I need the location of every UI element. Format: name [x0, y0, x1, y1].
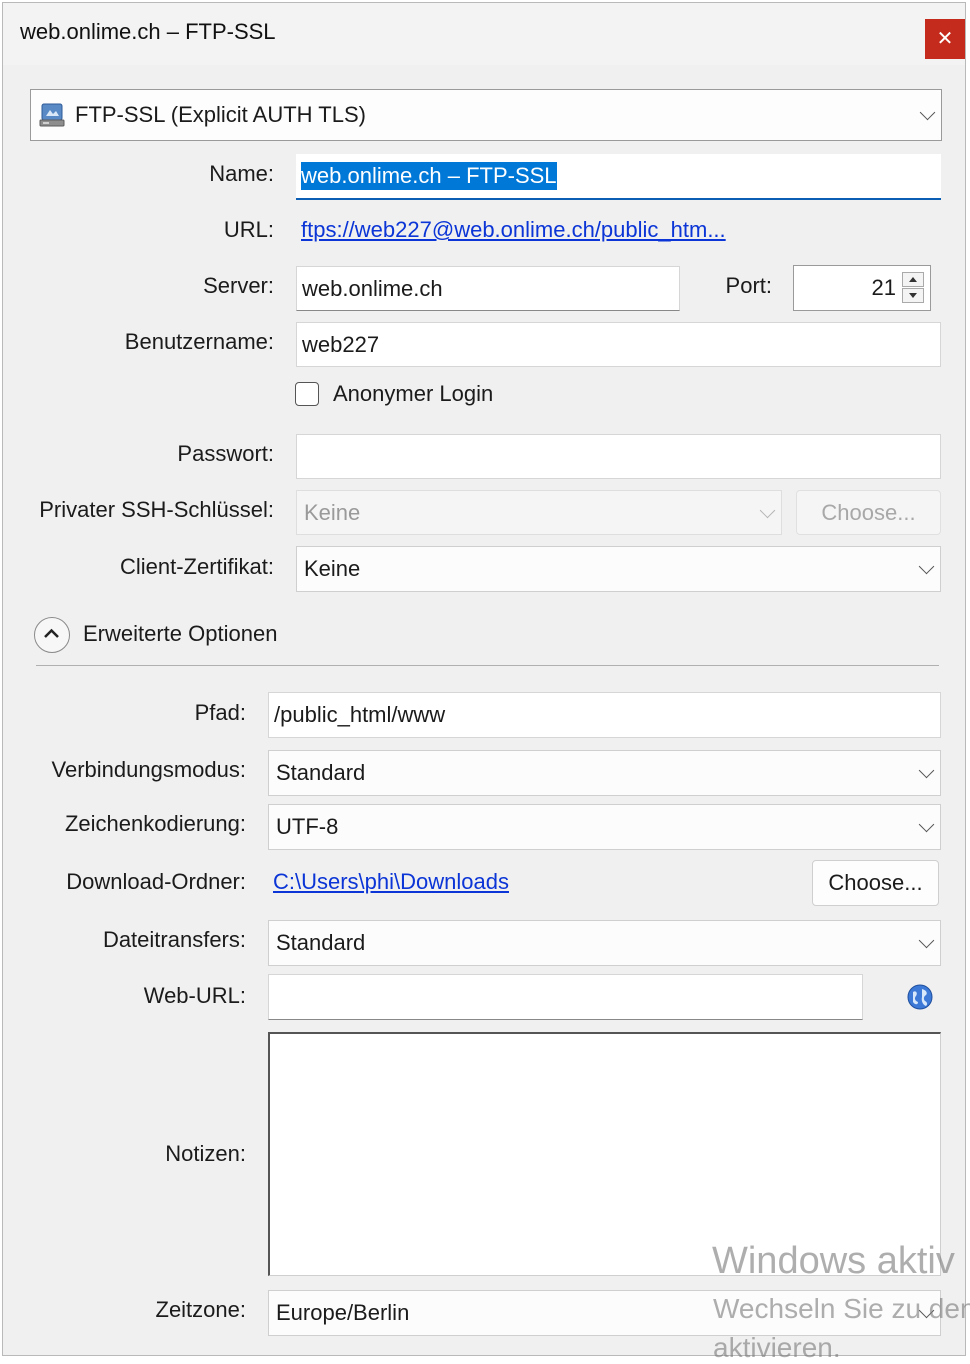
port-increment-button[interactable]: [902, 272, 924, 287]
protocol-value: FTP-SSL (Explicit AUTH TLS): [75, 102, 366, 127]
password-field[interactable]: [296, 434, 941, 479]
encoding-select[interactable]: UTF-8: [268, 804, 941, 850]
connection-mode-value: Standard: [276, 760, 366, 785]
username-value: web227: [302, 331, 380, 357]
advanced-toggle-label[interactable]: Erweiterte Optionen: [83, 621, 277, 647]
activation-watermark-line3: aktivieren.: [713, 1332, 841, 1363]
ssh-key-label: Privater SSH-Schlüssel:: [39, 497, 274, 522]
ssh-key-select: Keine: [296, 490, 782, 535]
port-value: 21: [871, 275, 896, 300]
username-field[interactable]: web227: [296, 322, 941, 367]
chevron-down-icon: [918, 816, 935, 833]
timezone-label: Zeitzone:: [155, 1297, 247, 1322]
close-button[interactable]: ✕: [925, 19, 965, 59]
web-url-label: Web-URL:: [143, 983, 246, 1008]
name-label: Name:: [209, 161, 274, 186]
arrow-up-icon: [909, 277, 917, 282]
chevron-down-icon: [919, 104, 936, 121]
client-cert-value: Keine: [304, 556, 361, 581]
encoding-label: Zeichenkodierung:: [64, 811, 246, 836]
close-icon: ✕: [936, 28, 954, 50]
ssh-choose-label: Choose...: [821, 499, 916, 525]
port-label: Port:: [725, 273, 772, 298]
notes-label: Notizen:: [165, 1141, 246, 1166]
anonymous-label[interactable]: Anonymer Login: [333, 381, 493, 407]
encoding-value: UTF-8: [276, 814, 339, 839]
server-field[interactable]: web.onlime.ch: [296, 266, 680, 311]
password-label: Passwort:: [177, 441, 274, 466]
title-bar: web.onlime.ch – FTP-SSL ✕: [3, 3, 965, 65]
transfers-label: Dateitransfers:: [102, 927, 246, 952]
transfers-select[interactable]: Standard: [268, 920, 941, 966]
chevron-down-icon: [759, 502, 776, 518]
server-label: Server:: [203, 273, 274, 298]
connection-mode-label: Verbindungsmodus:: [51, 757, 246, 782]
timezone-value: Europe/Berlin: [276, 1300, 410, 1325]
url-link[interactable]: ftps://web227@web.onlime.ch/public_htm..…: [301, 217, 726, 243]
anonymous-checkbox[interactable]: [295, 382, 319, 406]
web-url-field[interactable]: [268, 974, 863, 1020]
client-cert-label: Client-Zertifikat:: [119, 554, 274, 579]
chevron-down-icon: [918, 932, 935, 949]
ssh-choose-button: Choose...: [796, 490, 941, 535]
window-title: web.onlime.ch – FTP-SSL: [20, 19, 276, 44]
arrow-down-icon: [909, 293, 917, 298]
globe-icon[interactable]: [906, 983, 934, 1011]
username-label: Benutzername:: [124, 329, 274, 354]
url-label: URL:: [223, 217, 274, 242]
path-value: /public_html/www: [274, 702, 446, 727]
path-label: Pfad:: [194, 700, 246, 725]
chevron-up-icon: [44, 628, 59, 638]
download-folder-label: Download-Ordner:: [66, 869, 246, 894]
advanced-divider: [36, 665, 939, 666]
server-value: web.onlime.ch: [302, 275, 443, 301]
connection-mode-select[interactable]: Standard: [268, 750, 941, 796]
bookmark-dialog: web.onlime.ch – FTP-SSL ✕ FTP-SSL (Expli…: [2, 2, 966, 1356]
protocol-select[interactable]: FTP-SSL (Explicit AUTH TLS): [30, 89, 942, 141]
download-choose-label: Choose...: [828, 870, 923, 895]
path-field[interactable]: /public_html/www: [268, 692, 941, 738]
download-folder-link[interactable]: C:\Users\phi\Downloads: [273, 869, 509, 895]
server-icon: [39, 102, 65, 128]
ssh-key-value: Keine: [304, 499, 361, 525]
advanced-toggle-button[interactable]: [34, 617, 70, 653]
download-choose-button[interactable]: Choose...: [812, 860, 939, 906]
port-decrement-button[interactable]: [902, 288, 924, 303]
port-stepper[interactable]: 21: [793, 265, 931, 311]
activation-watermark-line2: Wechseln Sie zu den: [713, 1293, 970, 1324]
client-cert-select[interactable]: Keine: [296, 546, 941, 592]
activation-watermark-line1: Windows aktiv: [712, 1240, 955, 1282]
chevron-down-icon: [918, 558, 935, 575]
name-value: web.onlime.ch – FTP-SSL: [301, 162, 557, 190]
transfers-value: Standard: [276, 930, 366, 955]
name-field[interactable]: web.onlime.ch – FTP-SSL: [296, 154, 941, 200]
chevron-down-icon: [918, 762, 935, 779]
